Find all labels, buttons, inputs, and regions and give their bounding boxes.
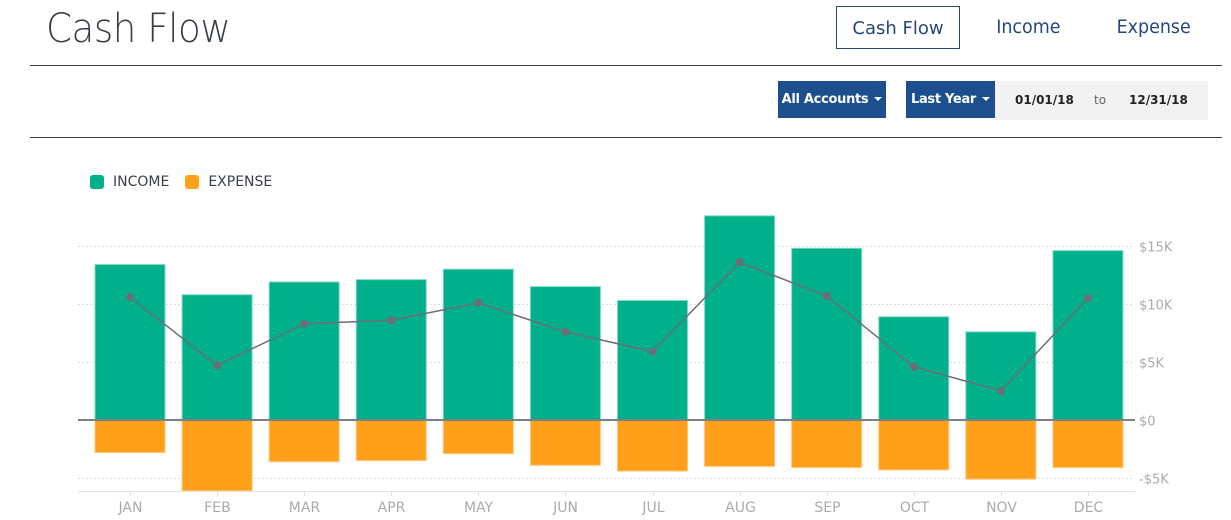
net-point bbox=[822, 291, 831, 300]
x-tick-label: AUG bbox=[725, 500, 756, 516]
income-bar bbox=[617, 300, 688, 421]
expense-bar bbox=[529, 419, 601, 466]
income-bar bbox=[355, 279, 427, 421]
net-point bbox=[909, 362, 918, 371]
income-bar bbox=[1052, 250, 1124, 421]
x-tick-label: OCT bbox=[900, 500, 930, 516]
expense-bar bbox=[1052, 419, 1124, 469]
net-point bbox=[300, 319, 309, 328]
expense-bar bbox=[181, 419, 253, 492]
income-bar bbox=[791, 247, 863, 421]
expense-bar bbox=[617, 419, 688, 472]
net-point bbox=[126, 293, 134, 302]
income-bar bbox=[965, 331, 1037, 421]
y-tick-label: $0 bbox=[1139, 415, 1156, 430]
net-point bbox=[1083, 294, 1092, 303]
income-bar bbox=[704, 215, 776, 421]
net-point bbox=[561, 327, 570, 336]
x-tick-label: APR bbox=[378, 500, 406, 516]
net-point bbox=[648, 347, 657, 356]
net-point bbox=[387, 316, 396, 325]
net-point bbox=[735, 258, 744, 267]
income-bar bbox=[442, 268, 514, 421]
y-tick-label: $15K bbox=[1139, 241, 1173, 256]
income-bar bbox=[268, 281, 340, 421]
expense-bar bbox=[268, 419, 340, 463]
net-point bbox=[213, 361, 222, 370]
expense-bar bbox=[878, 419, 950, 471]
x-tick-label: JUN bbox=[552, 500, 578, 516]
y-tick-label: $10K bbox=[1139, 299, 1173, 314]
income-bar bbox=[181, 294, 253, 421]
income-bar bbox=[529, 286, 601, 421]
net-point bbox=[996, 387, 1005, 395]
x-tick-label: MAY bbox=[464, 500, 494, 516]
expense-bar bbox=[704, 419, 776, 467]
expense-bar bbox=[965, 419, 1037, 480]
expense-bar bbox=[791, 419, 863, 469]
expense-bar bbox=[94, 419, 166, 453]
cash-flow-chart: $15K $10K $5K $0 -$5K JAN FEB MAR APR MAY JUN JUL AU… bbox=[78, 215, 1173, 516]
x-tick-label: JUL bbox=[641, 500, 664, 516]
x-tick-label: NOV bbox=[986, 500, 1017, 516]
x-tick-label: MAR bbox=[289, 500, 321, 516]
expense-bar bbox=[442, 419, 514, 455]
net-point bbox=[474, 298, 483, 307]
x-tick-label: DEC bbox=[1074, 500, 1104, 516]
y-tick-label: -$5K bbox=[1139, 473, 1169, 488]
y-tick-label: $5K bbox=[1139, 357, 1165, 372]
x-tick-label: FEB bbox=[204, 500, 231, 516]
x-tick-label: JAN bbox=[118, 500, 143, 516]
bar-layer bbox=[94, 215, 1124, 492]
income-bar bbox=[94, 264, 166, 421]
expense-bar bbox=[355, 419, 427, 462]
x-tick-label: SEP bbox=[814, 500, 840, 516]
